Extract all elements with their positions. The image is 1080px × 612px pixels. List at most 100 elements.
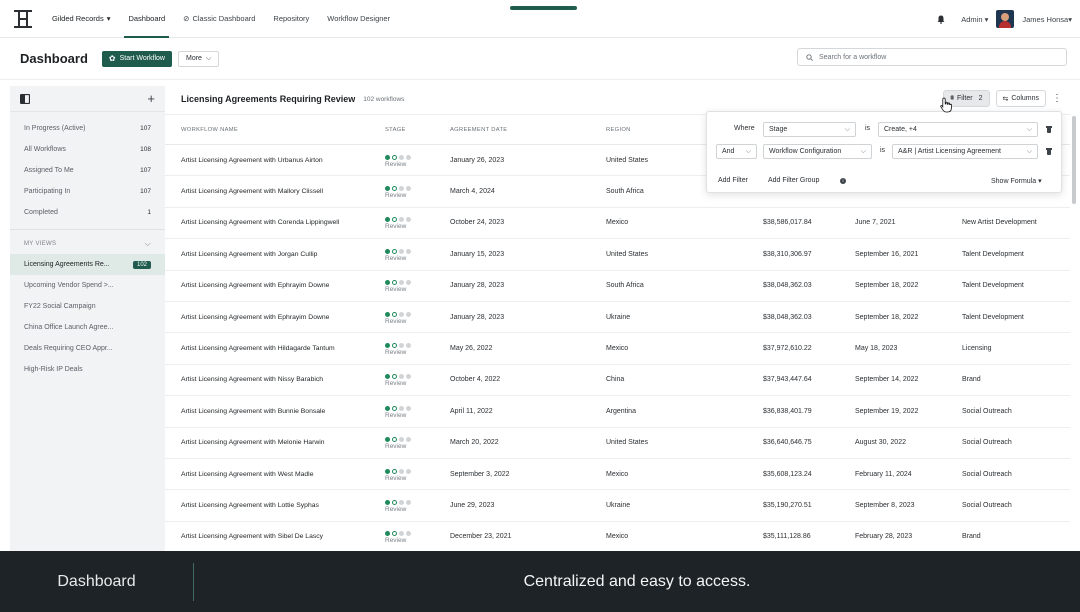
workflow-name-cell[interactable]: Artist Licensing Agreement with Nissy Ba… [165,364,375,397]
stage-current-dot [392,248,397,254]
sidebar-view-licensing-agreements[interactable]: Licensing Agreements Re... 102 [10,254,165,275]
stage-progress [385,468,434,474]
nav-classic-dashboard-label: Classic Dashboard [192,14,256,23]
banner-section-title: Dashboard [57,572,136,590]
workflow-name-cell[interactable]: Artist Licensing Agreement with Sibel De… [165,521,375,551]
table-row[interactable]: Artist Licensing Agreement with Sibel De… [165,521,1070,551]
sidebar-item-in-progress[interactable]: In Progress (Active) 107 [10,118,165,139]
table-row[interactable]: Artist Licensing Agreement with West Mad… [165,458,1070,491]
stage-done-dot [385,186,390,192]
search-input[interactable]: Search for a workflow [797,48,1067,66]
sidebar-item-all-workflows[interactable]: All Workflows 108 [10,139,165,160]
nav-repository[interactable]: Repository [273,0,309,38]
delete-filter-icon[interactable] [1046,126,1052,133]
workflow-name-cell[interactable]: Artist Licensing Agreement with Hildagar… [165,332,375,365]
show-formula-button[interactable]: Show Formula ▾ [991,177,1042,185]
workflow-name-cell[interactable]: Artist Licensing Agreement with Bunnie B… [165,395,375,428]
table-row[interactable]: Artist Licensing Agreement with Ephrayim… [165,270,1070,302]
add-filter-group-button[interactable]: Add Filter Group [768,177,819,184]
sidebar-view-vendor-spend[interactable]: Upcoming Vendor Spend >... [10,275,165,296]
stage-pending-dot [399,531,404,537]
workflow-name-cell[interactable]: Artist Licensing Agreement with Mallory … [165,175,375,208]
table-row[interactable]: Artist Licensing Agreement with Ephrayim… [165,301,1070,334]
workflow-name-cell[interactable]: Artist Licensing Agreement with West Mad… [165,458,375,491]
workflow-name-cell[interactable]: Artist Licensing Agreement with Ephrayim… [165,270,375,302]
add-view-icon[interactable]: + [147,91,155,106]
workflow-name-cell[interactable]: Artist Licensing Agreement with Melonie … [165,427,375,459]
agreement-date-cell: October 4, 2022 [434,364,590,397]
region-cell: China [590,364,747,397]
table-row[interactable]: Artist Licensing Agreement with Melonie … [165,427,1070,459]
columns-button[interactable]: ⇆ Columns [995,90,1046,107]
filter-value-select-1[interactable]: Create, +4 ⌵ [878,122,1038,137]
sidebar-toggle-icon[interactable] [20,93,30,104]
column-header[interactable]: AGREEMENT DATE [434,114,590,145]
department-cell: Brand [946,521,1070,551]
column-header[interactable]: WORKFLOW NAME [165,114,375,145]
stage-cell: Review [375,489,434,522]
column-header[interactable]: STAGE [375,114,434,145]
bell-icon[interactable] [937,15,945,24]
stage-done-dot [385,437,390,443]
workflow-name-cell[interactable]: Artist Licensing Agreement with Urbanus … [165,144,375,177]
sidebar-view-high-risk-ip[interactable]: High-Risk IP Deals [10,359,165,380]
sidebar-view-ceo-approval[interactable]: Deals Requiring CEO Appr... [10,338,165,359]
department-cell: Social Outreach [946,458,1070,491]
role-switcher[interactable]: Admin ▾ [961,15,988,24]
stage-done-dot [385,374,390,380]
table-row[interactable]: Artist Licensing Agreement with Bunnie B… [165,395,1070,428]
department-cell: Talent Development [946,270,1070,302]
stage-current-dot [392,154,397,160]
department-cell: Social Outreach [946,395,1070,428]
agreement-date-cell: April 11, 2022 [434,395,590,428]
filter-field-select-2[interactable]: Workflow Configuration ⌵ [763,144,872,159]
table-row[interactable]: Artist Licensing Agreement with Jorgan C… [165,238,1070,271]
table-row[interactable]: Artist Licensing Agreement with Hildagar… [165,332,1070,365]
filter-value-select-2[interactable]: A&R | Artist Licensing Agreement ⌵ [892,144,1038,159]
sidebar-item-participating-in[interactable]: Participating In 107 [10,181,165,202]
stage-pending-dot [406,343,411,349]
sidebar-item-assigned-to-me[interactable]: Assigned To Me 107 [10,160,165,181]
amount-cell: $35,190,270.51 [747,489,839,522]
workflow-name-cell[interactable]: Artist Licensing Agreement with Ephrayim… [165,301,375,334]
user-menu[interactable]: James Honsa▾ [1022,15,1072,24]
add-filter-button[interactable]: Add Filter [718,177,748,184]
stage-progress [385,437,434,443]
more-button[interactable]: More ⌵ [178,50,220,67]
nav-dashboard[interactable]: Dashboard [124,0,169,38]
date-cell: February 11, 2024 [839,458,946,491]
scrollbar[interactable] [1072,116,1076,204]
more-options-icon[interactable]: ⋮ [1052,93,1062,104]
start-workflow-button[interactable]: ✿ Start Workflow [101,50,172,67]
banner-caption: Centralized and easy to access. [523,572,751,590]
stage-label: Review [385,380,407,388]
filter-field-select-1[interactable]: Stage ⌵ [763,122,856,137]
avatar[interactable] [996,10,1015,28]
stage-progress [385,311,434,317]
org-switcher[interactable]: Gilded Records ▾ [52,14,110,23]
stage-cell: Review [375,458,434,491]
info-icon[interactable]: i [840,178,846,184]
stage-cell: Review [375,427,434,459]
stage-progress [385,374,434,380]
delete-filter-icon[interactable] [1046,148,1052,155]
nav-workflow-designer[interactable]: Workflow Designer [327,0,390,38]
table-row[interactable]: Artist Licensing Agreement with Corenda … [165,207,1070,240]
workflow-name-cell[interactable]: Artist Licensing Agreement with Lottie S… [165,489,375,522]
table-row[interactable]: Artist Licensing Agreement with Lottie S… [165,489,1070,522]
stage-pending-dot [406,468,411,474]
conjunction-select[interactable]: And ⌵ [716,144,757,159]
stage-current-dot [392,437,397,443]
workflow-name-cell[interactable]: Artist Licensing Agreement with Jorgan C… [165,238,375,271]
nav-classic-dashboard[interactable]: ⊘ Classic Dashboard [183,0,255,38]
sidebar-view-fy22-social[interactable]: FY22 Social Campaign [10,296,165,317]
columns-icon: ⇆ [1002,95,1009,103]
search-placeholder: Search for a workflow [819,53,887,61]
workflow-name-cell[interactable]: Artist Licensing Agreement with Corenda … [165,207,375,240]
app-logo-icon[interactable] [14,9,32,28]
my-views-header[interactable]: MY VIEWS ⌵ [10,234,165,254]
sidebar-view-china-office[interactable]: China Office Launch Agree... [10,317,165,338]
table-row[interactable]: Artist Licensing Agreement with Nissy Ba… [165,364,1070,397]
count-badge: 107 [140,167,151,174]
sidebar-item-completed[interactable]: Completed 1 [10,202,165,223]
